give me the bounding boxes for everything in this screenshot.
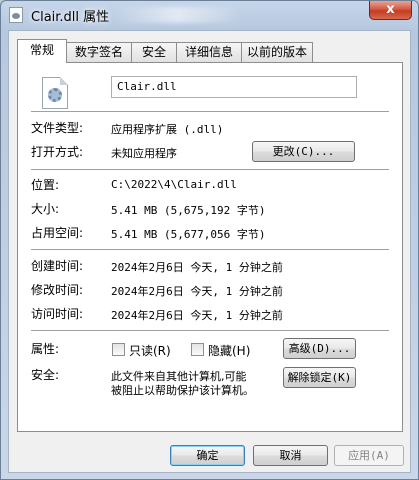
ok-button[interactable]: 确定 [170, 445, 245, 466]
tab-details[interactable]: 详细信息 [176, 42, 242, 62]
security-text-line2: 被阻止以帮助保护该计算机。 [111, 384, 254, 397]
security-label: 安全: [31, 368, 60, 382]
size-value: 5.41 MB (5,675,192 字节) [111, 204, 266, 217]
file-type-label: 文件类型: [31, 121, 84, 135]
separator [31, 111, 389, 112]
created-label: 创建时间: [31, 259, 84, 273]
tab-previous-versions[interactable]: 以前的版本 [241, 42, 313, 62]
dll-file-icon [9, 7, 23, 23]
title-glow [113, 7, 243, 23]
cancel-button[interactable]: 取消 [253, 445, 328, 466]
location-value: C:\2022\4\Clair.dll [111, 178, 237, 191]
separator [31, 330, 389, 331]
title-bar[interactable]: Clair.dll 属性 x [1, 1, 418, 29]
location-label: 位置: [31, 178, 60, 192]
size-label: 大小: [31, 202, 60, 216]
open-with-label: 打开方式: [31, 145, 84, 159]
file-name-input[interactable]: Clair.dll [111, 76, 357, 98]
created-value: 2024年2月6日 今天, 1 分钟之前 [111, 261, 283, 274]
hidden-checkbox[interactable] [191, 343, 204, 356]
size-on-disk-label: 占用空间: [31, 226, 84, 240]
modified-label: 修改时间: [31, 283, 84, 297]
tab-digital-signatures[interactable]: 数字签名 [66, 42, 132, 62]
gear-icon [48, 88, 62, 102]
general-panel: Clair.dll 文件类型: 应用程序扩展 (.dll) 打开方式: 未知应用… [17, 62, 403, 432]
advanced-button[interactable]: 高级(D)... [283, 338, 356, 359]
accessed-label: 访问时间: [31, 307, 84, 321]
properties-window: Clair.dll 属性 x 常规 数字签名 安全 详细信息 以前的版本 Cla… [0, 0, 419, 480]
hidden-label[interactable]: 隐藏(H) [208, 342, 250, 359]
separator [31, 169, 389, 170]
tab-security[interactable]: 安全 [131, 42, 177, 62]
attributes-label: 属性: [31, 342, 60, 356]
open-with-value: 未知应用程序 [111, 147, 177, 160]
separator [31, 249, 389, 250]
unblock-button[interactable]: 解除锁定(K) [283, 367, 356, 388]
file-type-value: 应用程序扩展 (.dll) [111, 123, 224, 136]
modified-value: 2024年2月6日 今天, 1 分钟之前 [111, 285, 283, 298]
dialog-body: 常规 数字签名 安全 详细信息 以前的版本 Clair.dll 文件类型: 应用… [8, 30, 411, 473]
apply-button[interactable]: 应用(A) [334, 445, 404, 466]
close-button[interactable]: x [369, 1, 412, 20]
change-button[interactable]: 更改(C)... [252, 141, 355, 162]
tab-general[interactable]: 常规 [17, 39, 67, 63]
readonly-checkbox[interactable] [112, 343, 125, 356]
size-on-disk-value: 5.41 MB (5,677,056 字节) [111, 228, 266, 241]
window-title: Clair.dll 属性 [31, 10, 110, 25]
readonly-label[interactable]: 只读(R) [129, 342, 171, 359]
accessed-value: 2024年2月6日 今天, 1 分钟之前 [111, 309, 283, 322]
dll-file-icon [42, 77, 68, 109]
